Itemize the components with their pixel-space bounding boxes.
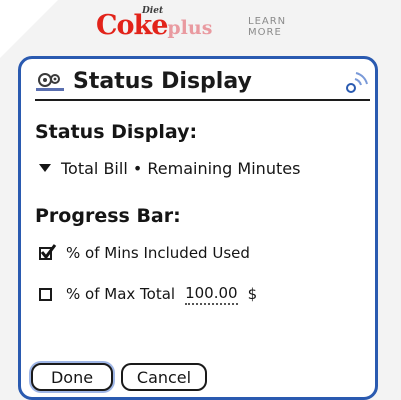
done-button[interactable]: Done (31, 363, 113, 391)
max-total-label: % of Max Total (66, 285, 176, 303)
gears-icon (36, 73, 64, 91)
status-display-heading: Status Display: (35, 121, 198, 143)
dialog-title-bar: Status Display (35, 63, 370, 101)
ad-banner[interactable]: Cokeplus Diet LEARN MORE (88, 6, 310, 48)
corner-decoration (0, 0, 58, 58)
max-total-amount-field[interactable]: 100.00 (185, 283, 238, 305)
checkmark-icon (40, 243, 57, 259)
learn-more-line-1: LEARN (248, 16, 287, 27)
currency-label: $ (247, 285, 258, 303)
dropdown-arrow-icon (39, 164, 51, 172)
brand-diet-text: Diet (142, 6, 164, 16)
mins-included-checkbox[interactable] (39, 243, 57, 260)
max-total-option[interactable]: % of Max Total 100.00 $ (39, 281, 257, 307)
learn-more-link[interactable]: LEARN MORE (248, 16, 286, 38)
max-total-checkbox[interactable] (39, 287, 52, 301)
learn-more-line-2: MORE (248, 27, 282, 38)
brand-plus-text: plus (167, 17, 213, 39)
dialog-title: Status Display (73, 69, 252, 94)
cancel-button[interactable]: Cancel (121, 363, 207, 391)
mins-included-label: % of Mins Included Used (66, 244, 250, 262)
mins-included-option[interactable]: % of Mins Included Used (39, 240, 250, 266)
brand-logo[interactable]: Cokeplus Diet (96, 6, 213, 41)
signal-icon[interactable] (344, 69, 370, 95)
progress-bar-heading: Progress Bar: (35, 205, 181, 227)
status-display-value: Total Bill • Remaining Minutes (61, 158, 301, 178)
status-display-dialog: Status Display Status Display: Total Bil… (18, 56, 378, 400)
status-display-dropdown[interactable]: Total Bill • Remaining Minutes (39, 155, 300, 181)
